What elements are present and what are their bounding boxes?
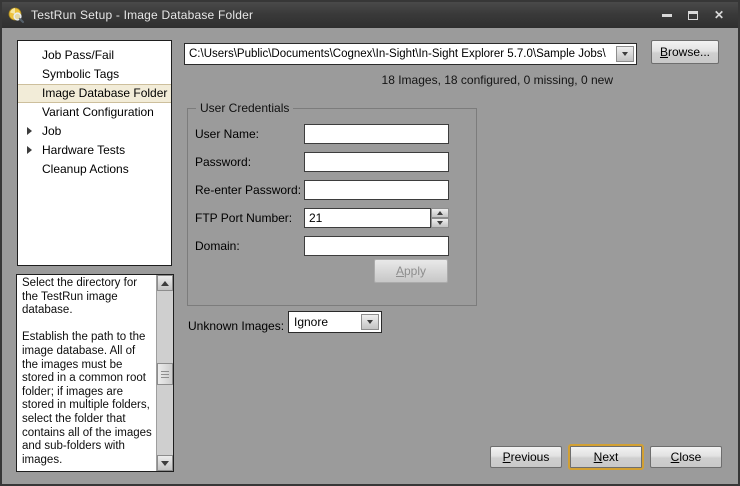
chevron-down-icon [437, 221, 443, 225]
user-credentials-group: User Credentials User Name: Password: Re… [187, 108, 477, 306]
scroll-down-button[interactable] [157, 455, 173, 471]
sidebar-item-hardware-tests[interactable]: Hardware Tests [18, 141, 171, 160]
setup-steps-list: Job Pass/Fail Symbolic Tags Image Databa… [17, 40, 172, 266]
image-database-path-combobox[interactable]: C:\Users\Public\Documents\Cognex\In-Sigh… [184, 43, 637, 65]
reenter-password-row: Re-enter Password: [188, 180, 476, 200]
sidebar-item-label: Cleanup Actions [42, 162, 129, 176]
scrollbar-grip-icon [161, 371, 169, 378]
sidebar-item-label: Hardware Tests [42, 143, 125, 157]
domain-field[interactable] [304, 236, 449, 256]
ftp-port-label: FTP Port Number: [195, 208, 292, 228]
expand-arrow-icon[interactable] [27, 127, 32, 135]
browse-button[interactable]: Browse... [651, 40, 719, 64]
user-name-row: User Name: [188, 124, 476, 144]
user-credentials-legend: User Credentials [196, 101, 293, 115]
sidebar-item-symbolic-tags[interactable]: Symbolic Tags [18, 65, 171, 84]
previous-button[interactable]: Previous [490, 446, 562, 468]
minimize-button[interactable] [654, 5, 680, 25]
maximize-icon [688, 11, 698, 20]
ftp-port-field[interactable] [304, 208, 431, 228]
sidebar-item-label: Symbolic Tags [42, 67, 119, 81]
spin-up-button[interactable] [431, 208, 449, 218]
apply-button[interactable]: Apply [374, 259, 448, 283]
reenter-password-label: Re-enter Password: [195, 180, 301, 200]
close-button[interactable]: ✕ [706, 5, 732, 25]
scroll-up-icon [161, 281, 169, 286]
maximize-button[interactable] [680, 5, 706, 25]
path-combo-dropdown-button[interactable] [616, 46, 634, 62]
testrun-app-icon [8, 7, 24, 23]
chevron-down-icon [367, 320, 373, 324]
reenter-password-field[interactable] [304, 180, 449, 200]
chevron-down-icon [622, 52, 628, 56]
titlebar[interactable]: TestRun Setup - Image Database Folder ✕ [2, 2, 738, 28]
unknown-images-label: Unknown Images: [188, 315, 284, 337]
window-controls: ✕ [654, 2, 732, 28]
minimize-icon [662, 14, 672, 17]
window-title: TestRun Setup - Image Database Folder [31, 8, 253, 22]
user-name-field[interactable] [304, 124, 449, 144]
user-name-label: User Name: [195, 124, 259, 144]
password-row: Password: [188, 152, 476, 172]
ftp-port-stepper [431, 208, 449, 228]
next-button-focus-ring: Next [568, 444, 644, 470]
close-dialog-button[interactable]: Close [650, 446, 722, 468]
close-icon: ✕ [714, 9, 724, 21]
unknown-images-combobox[interactable]: Ignore [288, 311, 382, 333]
sidebar-item-image-database-folder[interactable]: Image Database Folder [18, 84, 171, 103]
unknown-images-value: Ignore [294, 315, 328, 329]
scroll-up-button[interactable] [157, 275, 173, 291]
spin-down-button[interactable] [431, 218, 449, 228]
image-count-status: 18 Images, 18 configured, 0 missing, 0 n… [382, 73, 613, 87]
step-description-box: Select the directory for the TestRun ima… [16, 274, 174, 472]
password-field[interactable] [304, 152, 449, 172]
step-description-text: Select the directory for the TestRun ima… [17, 275, 156, 471]
domain-label: Domain: [195, 236, 240, 256]
domain-row: Domain: [188, 236, 476, 256]
expand-arrow-icon[interactable] [27, 146, 32, 154]
sidebar-item-label: Image Database Folder [42, 86, 167, 100]
image-database-path-value: C:\Users\Public\Documents\Cognex\In-Sigh… [189, 48, 606, 60]
next-button[interactable]: Next [570, 446, 642, 468]
chevron-up-icon [437, 211, 443, 215]
testrun-setup-dialog: TestRun Setup - Image Database Folder ✕ … [0, 0, 740, 486]
description-scrollbar[interactable] [156, 275, 173, 471]
sidebar-item-label: Job [42, 124, 61, 138]
sidebar-item-cleanup-actions[interactable]: Cleanup Actions [18, 160, 171, 179]
sidebar-item-job-pass-fail[interactable]: Job Pass/Fail [18, 46, 171, 65]
password-label: Password: [195, 152, 251, 172]
ftp-port-row: FTP Port Number: [188, 208, 476, 228]
unknown-images-dropdown-button[interactable] [361, 314, 379, 330]
sidebar-item-label: Job Pass/Fail [42, 48, 114, 62]
sidebar-item-variant-configuration[interactable]: Variant Configuration [18, 103, 171, 122]
sidebar-item-job[interactable]: Job [18, 122, 171, 141]
scroll-down-icon [161, 461, 169, 466]
sidebar-item-label: Variant Configuration [42, 105, 154, 119]
scrollbar-thumb[interactable] [157, 363, 173, 385]
